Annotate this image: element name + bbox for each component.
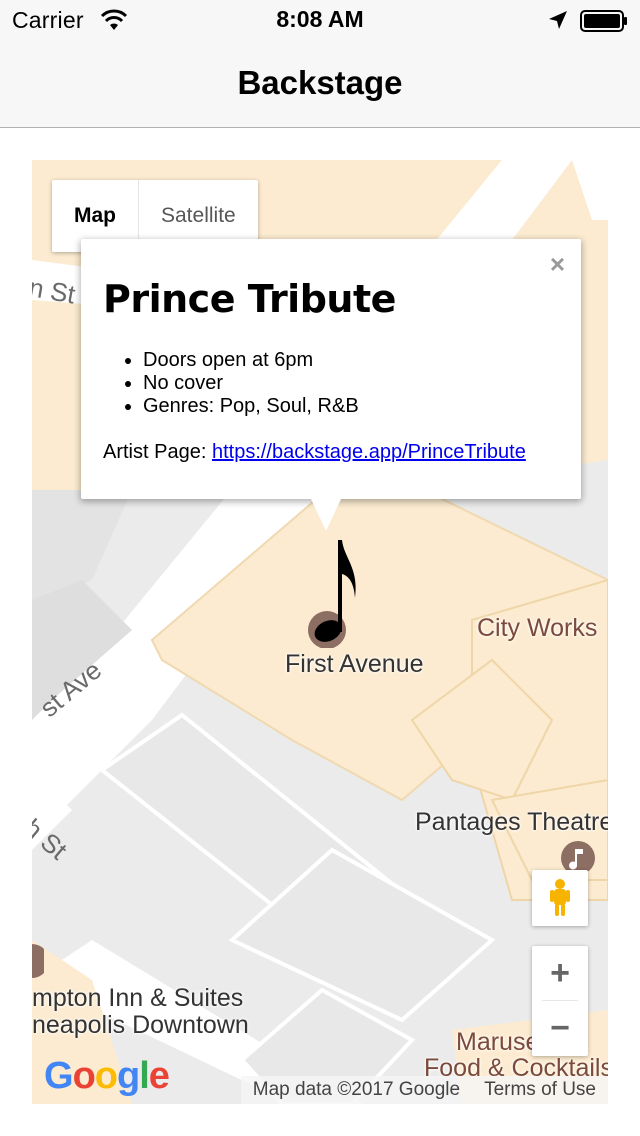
marker-label: First Avenue xyxy=(285,650,424,678)
artist-page-row: Artist Page: https://backstage.app/Princ… xyxy=(103,441,526,464)
event-title: Prince Tribute xyxy=(103,277,396,321)
location-arrow-icon xyxy=(549,11,567,29)
info-window-tail xyxy=(311,499,341,531)
attribution-text: Map data ©2017 Google xyxy=(252,1079,461,1100)
info-window: × Prince Tribute Doors open at 6pm No co… xyxy=(81,239,581,499)
pegman-icon xyxy=(550,879,570,916)
google-logo: Google xyxy=(44,1055,170,1097)
map-attribution: Map data ©2017 Google Terms of Use xyxy=(240,1076,608,1104)
place-label-maruso-1[interactable]: Maruse xyxy=(456,1028,539,1057)
zoom-in-button[interactable]: + xyxy=(532,946,588,1001)
battery-icon xyxy=(580,10,627,32)
map-view[interactable]: n St st Ave th St City Works Pantages Th… xyxy=(32,160,608,1104)
terms-link[interactable]: Terms of Use xyxy=(472,1079,608,1101)
street-view-pegman[interactable] xyxy=(532,870,588,926)
artist-page-link[interactable]: https://backstage.app/PrinceTribute xyxy=(212,441,526,463)
place-label-city-works[interactable]: City Works xyxy=(477,614,597,643)
place-label-hampton-1[interactable]: mpton Inn & Suites xyxy=(32,984,243,1013)
place-label-hampton-2[interactable]: neapolis Downtown xyxy=(32,1011,249,1040)
zoom-control: + − xyxy=(532,946,588,1056)
place-label-pantages[interactable]: Pantages Theatre xyxy=(415,808,608,837)
event-details-list: Doors open at 6pm No cover Genres: Pop, … xyxy=(143,349,359,418)
close-icon[interactable]: × xyxy=(550,249,565,280)
status-time: 8:08 AM xyxy=(276,6,364,32)
status-bar: Carrier 8:08 AM xyxy=(0,0,640,40)
list-item: No cover xyxy=(143,372,359,395)
navigation-bar: Backstage xyxy=(0,40,640,128)
page-title: Backstage xyxy=(237,64,403,101)
list-item: Doors open at 6pm xyxy=(143,349,359,372)
list-item: Genres: Pop, Soul, R&B xyxy=(143,395,359,418)
zoom-out-button[interactable]: − xyxy=(532,1001,588,1056)
poi-pin-icon[interactable] xyxy=(32,944,44,978)
artist-page-label: Artist Page: xyxy=(103,441,207,463)
music-note-marker-icon[interactable] xyxy=(307,538,367,648)
